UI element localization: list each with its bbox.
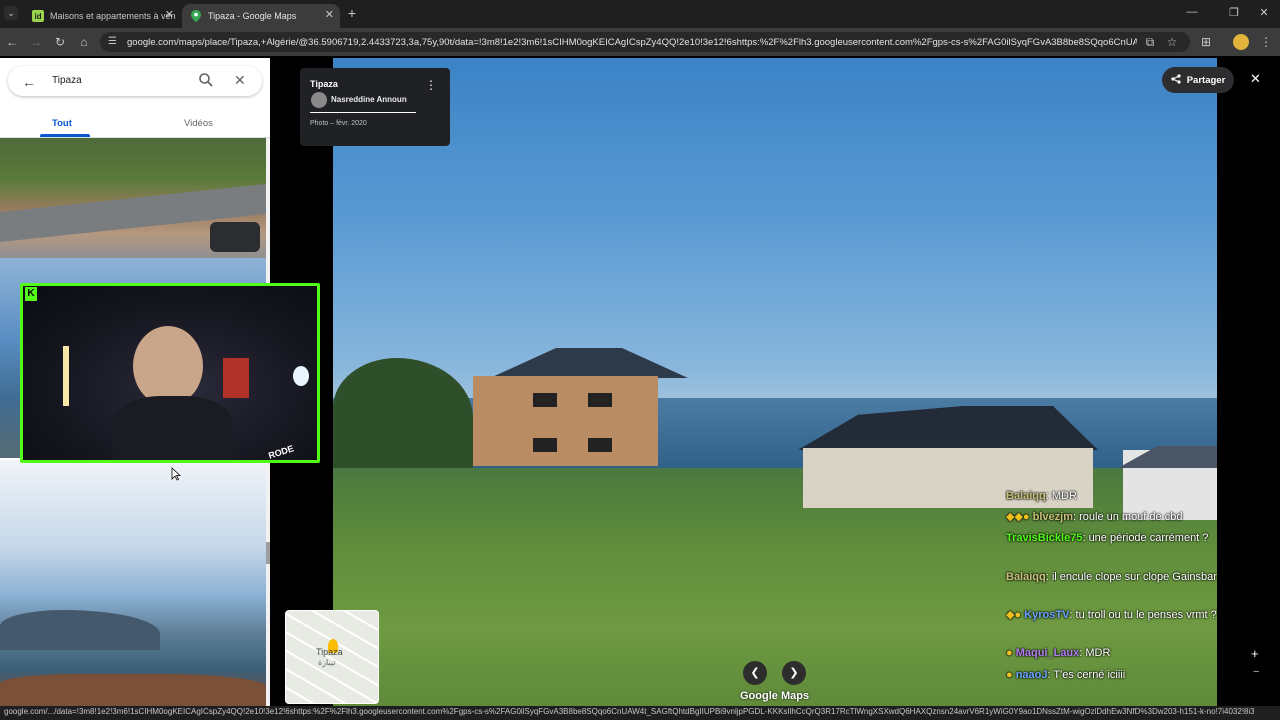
google-maps-logo: Google Maps xyxy=(740,690,810,702)
reload-button[interactable]: ↻ xyxy=(52,34,68,50)
forward-button[interactable]: → xyxy=(28,34,44,50)
extensions-icon[interactable]: ⊞ xyxy=(1198,34,1214,50)
bookmark-star-icon[interactable]: ☆ xyxy=(1164,34,1180,50)
photo-thumbnail-sea[interactable] xyxy=(0,460,266,706)
badge-icon: ◆◆● xyxy=(1006,511,1033,523)
share-label: Partager xyxy=(1186,74,1226,86)
chat-text: : T'es cerné iciiii xyxy=(1047,669,1126,681)
chat-username: Balaiqq xyxy=(1006,490,1046,502)
minimap-label-arabic: تيبازة xyxy=(318,658,336,667)
streamer-webcam xyxy=(20,283,320,463)
url-text[interactable]: google.com/maps/place/Tipaza,+Algérie/@3… xyxy=(127,37,1137,49)
tab-title: Maisons et appartements à ven xyxy=(50,11,176,21)
minimap-label: Tipaza xyxy=(316,647,343,657)
author-avatar[interactable] xyxy=(311,92,327,108)
chat-message: TravisBickle75: une période carrément ? xyxy=(1006,530,1218,546)
search-input[interactable]: Tipaza xyxy=(52,75,82,86)
new-tab-button[interactable]: + xyxy=(344,5,360,21)
chat-text: : tu troll ou tu le penses vrmt ? xyxy=(1069,609,1217,621)
chat-message: ● naaoJ: T'es cerné iciiii xyxy=(1006,667,1218,683)
install-app-icon[interactable]: ⧉ xyxy=(1142,34,1158,50)
photo-date: Photo – févr. 2020 xyxy=(310,120,367,127)
close-window-icon[interactable]: ✕ xyxy=(1256,6,1272,19)
divider xyxy=(310,112,416,113)
close-tab-icon[interactable]: ✕ xyxy=(325,8,334,21)
chat-message: ◆◆● blvezjm: roule un mouf de cbd xyxy=(1006,509,1218,525)
profile-avatar[interactable] xyxy=(1233,34,1249,50)
chat-text: : une période carrément ? xyxy=(1082,532,1209,544)
tab-title: Tipaza - Google Maps xyxy=(208,11,297,21)
chat-message: ◆● KyrosTV: tu troll ou tu le penses vrm… xyxy=(1006,607,1218,623)
tab-videos[interactable]: Vidéos xyxy=(184,118,213,129)
back-arrow-icon[interactable]: ← xyxy=(22,74,36,90)
minimize-icon[interactable]: — xyxy=(1184,6,1200,18)
chat-username: naaoJ xyxy=(1015,669,1048,681)
tab-all[interactable]: Tout xyxy=(52,118,72,129)
site-info-icon[interactable]: ☰ xyxy=(108,36,117,47)
chat-username: Maqui_Laux xyxy=(1015,647,1080,659)
chat-text: : il encule clope sur clope Gainsbar xyxy=(1045,571,1217,583)
search-box[interactable]: ← Tipaza ✕ xyxy=(8,66,262,96)
status-url: google.com/.../data=!3m8!1e2!3m6!1sCIHM0… xyxy=(4,707,1254,716)
close-viewer-icon[interactable]: ✕ xyxy=(1250,71,1261,87)
search-icon[interactable] xyxy=(198,72,214,88)
zoom-in-button[interactable]: + xyxy=(1251,646,1259,661)
badge-icon: ● xyxy=(1006,669,1016,681)
chat-username: blvezjm xyxy=(1032,511,1073,523)
browser-menu-icon[interactable]: ⋮ xyxy=(1258,34,1274,50)
more-options-icon[interactable]: ⋮ xyxy=(425,78,437,92)
tab-search-button[interactable]: ⌄ xyxy=(4,6,18,20)
badge-icon: ● xyxy=(1006,647,1016,659)
zoom-out-button[interactable]: − xyxy=(1253,666,1259,678)
restore-icon[interactable]: ❐ xyxy=(1226,6,1242,19)
previous-photo-button[interactable]: ❮ xyxy=(743,661,767,685)
browser-tab-immo[interactable]: id Maisons et appartements à ven ✕ xyxy=(24,4,180,28)
chat-text: : MDR xyxy=(1079,647,1111,659)
next-photo-button[interactable]: ❯ xyxy=(782,661,806,685)
photo-thumbnail-road[interactable] xyxy=(0,138,266,258)
chat-message: ● Maqui_Laux: MDR xyxy=(1006,645,1218,661)
chat-username: Balaiqq xyxy=(1006,571,1046,583)
home-icon[interactable]: ⌂ xyxy=(76,34,92,50)
share-button[interactable]: Partager xyxy=(1162,67,1234,93)
kick-logo-icon: K xyxy=(25,287,37,301)
chat-text: : MDR xyxy=(1045,490,1077,502)
site-favicon-icon: id xyxy=(32,10,44,22)
back-button[interactable]: ← xyxy=(4,34,20,50)
badge-icon: ◆● xyxy=(1006,609,1025,621)
chat-message: Balaiqq: il encule clope sur clope Gains… xyxy=(1006,569,1218,585)
google-maps-favicon-icon xyxy=(190,10,202,22)
mouse-cursor-icon xyxy=(171,467,182,481)
minimap[interactable] xyxy=(285,610,379,704)
chat-username: TravisBickle75 xyxy=(1006,532,1083,544)
chat-username: KyrosTV xyxy=(1024,609,1070,621)
share-icon xyxy=(1171,73,1181,87)
close-tab-icon[interactable]: ✕ xyxy=(165,8,174,21)
chat-text: : roule un mouf de cbd xyxy=(1072,511,1183,523)
photo-author[interactable]: Nasreddine Announ xyxy=(331,95,407,104)
photo-place-title[interactable]: Tipaza xyxy=(310,79,338,89)
clear-search-icon[interactable]: ✕ xyxy=(234,72,246,89)
chat-message: Balaiqq: MDR xyxy=(1006,488,1218,504)
browser-tab-google-maps[interactable]: Tipaza - Google Maps ✕ xyxy=(182,4,340,28)
